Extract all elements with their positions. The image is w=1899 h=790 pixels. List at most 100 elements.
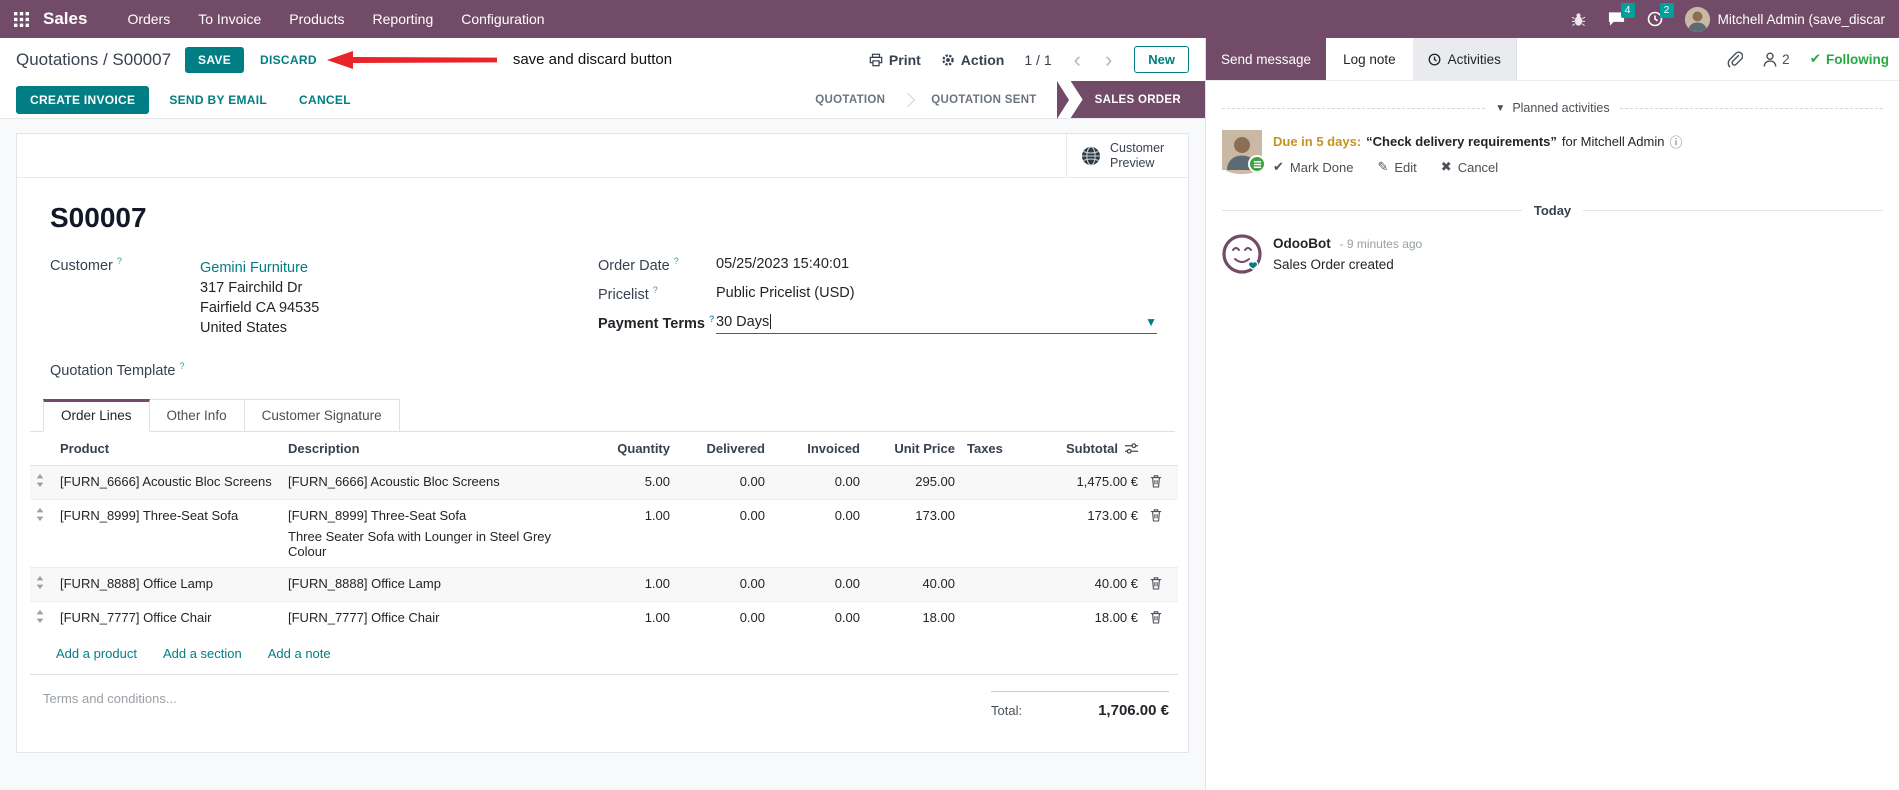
unit-price-cell[interactable]: 40.00 [866,566,961,602]
invoiced-cell[interactable]: 0.00 [771,465,866,500]
help-icon[interactable]: ? [117,256,122,266]
info-icon[interactable]: ⓘ [1669,132,1682,151]
breadcrumb-parent[interactable]: Quotations [16,50,98,69]
add-note-link[interactable]: Add a note [268,646,331,661]
followers-button[interactable]: 2 [1763,52,1790,67]
save-button[interactable]: SAVE [185,46,245,73]
menu-configuration[interactable]: Configuration [449,2,556,36]
invoiced-column-header[interactable]: Invoiced [771,431,866,466]
add-product-link[interactable]: Add a product [56,646,137,661]
bug-icon[interactable] [1571,12,1586,27]
payment-terms-input[interactable]: 30 Days ▼ [716,314,1157,334]
following-button[interactable]: ✔ Following [1810,51,1889,67]
quantity-column-header[interactable]: Quantity [588,431,676,466]
customer-preview-button[interactable]: Customer Preview [1066,134,1188,177]
unit-price-cell[interactable]: 295.00 [866,465,961,500]
apps-grid-icon[interactable] [14,11,29,27]
create-invoice-button[interactable]: CREATE INVOICE [16,85,150,114]
customer-name-link[interactable]: Gemini Furniture [200,260,319,276]
drag-handle-icon[interactable] [36,507,44,521]
help-icon[interactable]: ? [180,361,185,371]
unit-price-cell[interactable]: 173.00 [866,498,961,568]
delete-row-icon[interactable] [1150,576,1162,590]
menu-orders[interactable]: Orders [115,2,182,36]
tab-other-info[interactable]: Other Info [149,398,245,431]
send-by-email-button[interactable]: SEND BY EMAIL [157,86,279,114]
delivered-cell[interactable]: 0.00 [676,566,771,602]
log-note-button[interactable]: Log note [1326,38,1413,80]
new-button[interactable]: New [1134,46,1189,73]
app-name[interactable]: Sales [43,9,87,29]
activities-clock-icon[interactable]: 2 [1647,3,1674,27]
pager-next-icon[interactable]: › [1103,48,1114,71]
unit-price-cell[interactable]: 18.00 [866,600,961,635]
table-row[interactable]: [FURN_7777] Office Chair [FURN_7777] Off… [30,600,1178,635]
print-button[interactable]: Print [869,52,921,68]
invoiced-cell[interactable]: 0.00 [771,566,866,602]
delete-row-icon[interactable] [1150,508,1162,522]
table-row[interactable]: [FURN_8999] Three-Seat Sofa [FURN_8999] … [30,498,1178,568]
dropdown-caret-icon[interactable]: ▼ [1145,315,1157,329]
description-cell[interactable]: [FURN_8888] Office Lamp [282,566,588,602]
product-column-header[interactable]: Product [54,431,282,466]
terms-placeholder[interactable]: Terms and conditions... [43,691,177,719]
message-author[interactable]: OdooBot [1273,236,1331,251]
user-menu[interactable]: Mitchell Admin (save_discar [1684,6,1885,32]
help-icon[interactable]: ? [674,256,679,266]
drag-handle-icon[interactable] [36,575,44,589]
delivered-cell[interactable]: 0.00 [676,465,771,500]
invoiced-cell[interactable]: 0.00 [771,600,866,635]
tab-order-lines[interactable]: Order Lines [43,398,150,432]
quantity-cell[interactable]: 5.00 [588,465,676,500]
description-cell[interactable]: [FURN_8999] Three-Seat Sofa Three Seater … [282,498,588,568]
drag-handle-icon[interactable] [36,609,44,623]
product-cell[interactable]: [FURN_8999] Three-Seat Sofa [54,498,282,568]
table-row[interactable]: [FURN_8888] Office Lamp [FURN_8888] Offi… [30,566,1178,602]
messages-icon[interactable]: 4 [1608,3,1635,27]
taxes-column-header[interactable]: Taxes [961,431,1029,466]
invoiced-cell[interactable]: 0.00 [771,498,866,568]
description-cell[interactable]: [FURN_7777] Office Chair [282,600,588,635]
cancel-activity-button[interactable]: ✖ Cancel [1441,159,1498,175]
quantity-cell[interactable]: 1.00 [588,600,676,635]
product-cell[interactable]: [FURN_8888] Office Lamp [54,566,282,602]
quantity-cell[interactable]: 1.00 [588,498,676,568]
taxes-cell[interactable] [961,465,1029,500]
mark-done-button[interactable]: ✔ Mark Done [1273,159,1353,175]
optional-columns-icon[interactable] [1125,442,1138,455]
edit-activity-button[interactable]: ✎ Edit [1377,159,1416,175]
planned-activities-toggle[interactable]: ▼ Planned activities [1495,101,1609,115]
activities-button[interactable]: Activities [1412,38,1516,80]
help-icon[interactable]: ? [653,285,658,295]
stage-quotation[interactable]: QUOTATION [795,81,905,118]
action-button[interactable]: Action [941,52,1004,68]
delivered-cell[interactable]: 0.00 [676,600,771,635]
discard-button[interactable]: DISCARD [260,53,317,67]
stage-quotation-sent[interactable]: QUOTATION SENT [911,81,1056,118]
taxes-cell[interactable] [961,498,1029,568]
quantity-cell[interactable]: 1.00 [588,566,676,602]
description-column-header[interactable]: Description [282,431,588,466]
delivered-column-header[interactable]: Delivered [676,431,771,466]
menu-products[interactable]: Products [277,2,356,36]
tab-customer-signature[interactable]: Customer Signature [244,398,400,431]
taxes-cell[interactable] [961,600,1029,635]
product-cell[interactable]: [FURN_6666] Acoustic Bloc Screens [54,465,282,500]
unit-price-column-header[interactable]: Unit Price [866,431,961,466]
delete-row-icon[interactable] [1150,474,1162,488]
stage-sales-order[interactable]: SALES ORDER [1070,81,1205,118]
pager-previous-icon[interactable]: ‹ [1072,48,1083,71]
add-section-link[interactable]: Add a section [163,646,242,661]
attachment-icon[interactable] [1727,51,1744,68]
delivered-cell[interactable]: 0.00 [676,498,771,568]
table-row[interactable]: [FURN_6666] Acoustic Bloc Screens [FURN_… [30,465,1178,500]
send-message-button[interactable]: Send message [1206,38,1327,80]
taxes-cell[interactable] [961,566,1029,602]
pricelist-value[interactable]: Public Pricelist (USD) [716,285,855,301]
drag-handle-icon[interactable] [36,473,44,487]
product-cell[interactable]: [FURN_7777] Office Chair [54,600,282,635]
order-date-value[interactable]: 05/25/2023 15:40:01 [716,256,849,272]
menu-reporting[interactable]: Reporting [361,2,446,36]
help-icon[interactable]: ? [709,314,715,324]
subtotal-column-header[interactable]: Subtotal [1029,431,1144,466]
